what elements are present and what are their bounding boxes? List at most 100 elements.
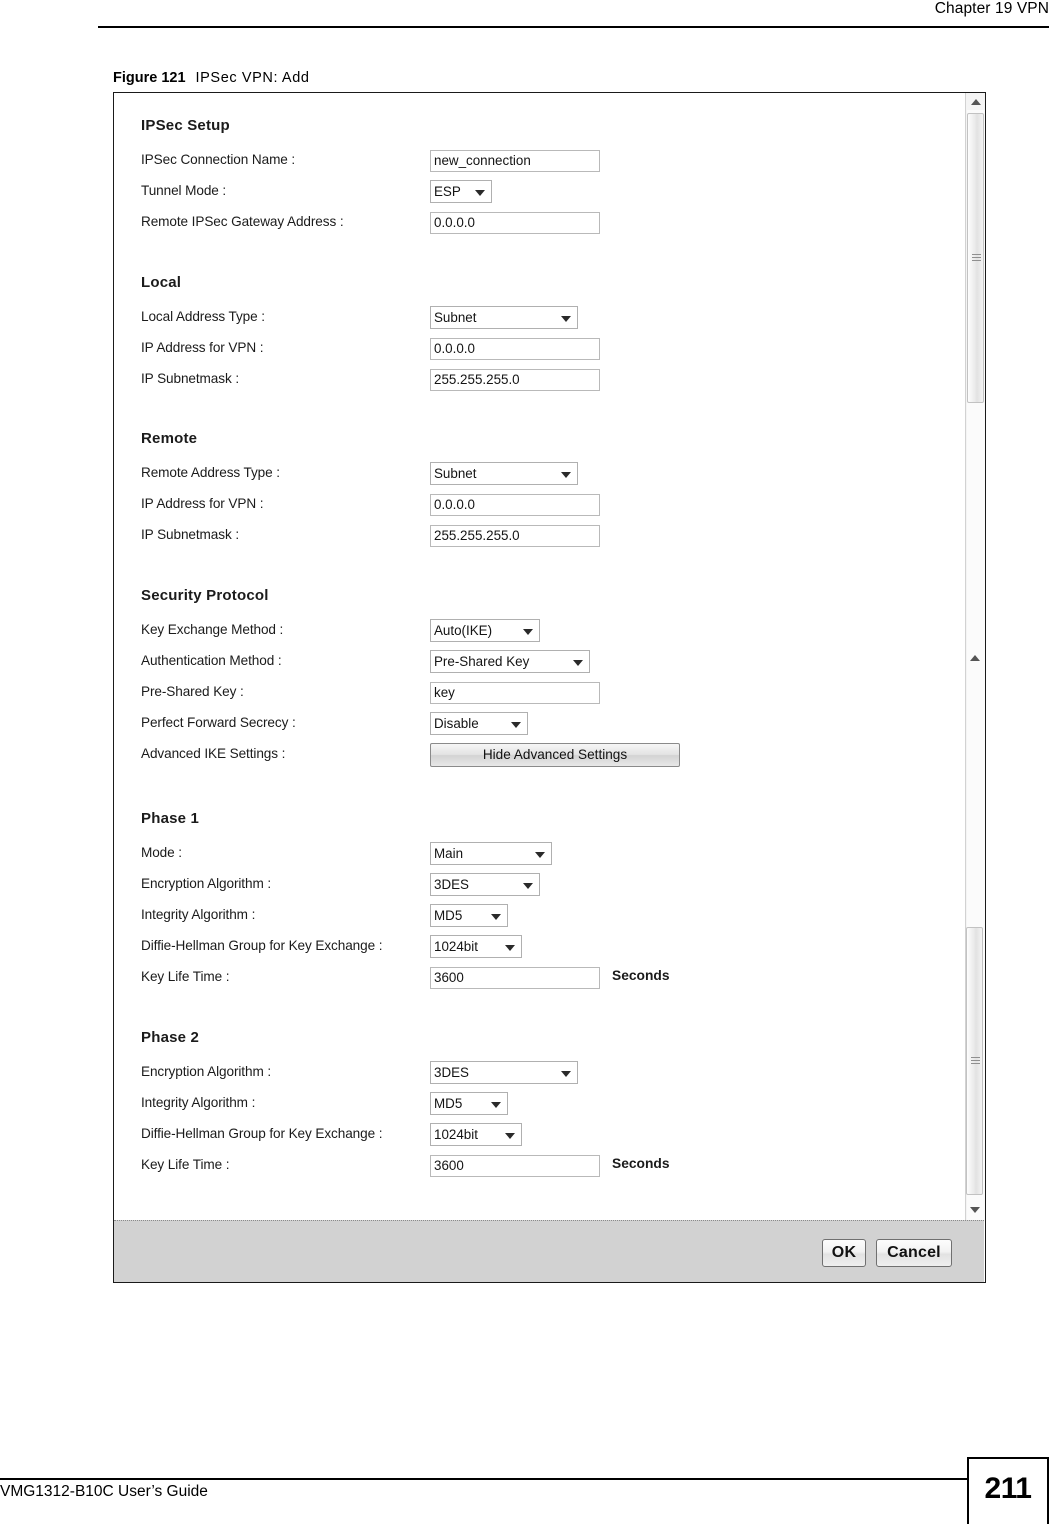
field-label: Perfect Forward Secrecy : — [141, 715, 296, 730]
dropdown-value: Subnet — [434, 466, 477, 481]
text-input[interactable]: 0.0.0.0 — [430, 494, 600, 516]
chevron-down-icon — [491, 1102, 501, 1108]
dropdown-select[interactable]: Auto(IKE) — [430, 619, 540, 642]
field-label: Pre-Shared Key : — [141, 684, 244, 699]
dropdown-select[interactable]: MD5 — [430, 904, 508, 927]
form-row: Advanced IKE Settings : Hide Advanced Set… — [114, 742, 954, 773]
field-label: Advanced IKE Settings : — [141, 746, 286, 761]
field-label: IP Subnetmask : — [141, 371, 239, 386]
dropdown-select[interactable]: ESP — [430, 180, 492, 203]
text-input[interactable]: 0.0.0.0 — [430, 338, 600, 360]
dropdown-value: Main — [434, 846, 464, 861]
field-label: Diffie-Hellman Group for Key Exchange : — [141, 1126, 383, 1141]
dropdown-value: 3DES — [434, 1065, 469, 1080]
dropdown-value: Pre-Shared Key — [434, 654, 530, 669]
dropdown-value: Disable — [434, 716, 479, 731]
dropdown-select[interactable]: Subnet — [430, 462, 578, 485]
field-label: Integrity Algorithm : — [141, 1095, 256, 1110]
dropdown-value: MD5 — [434, 1096, 463, 1111]
dropdown-select[interactable]: 3DES — [430, 1061, 578, 1084]
dropdown-value: ESP — [434, 184, 461, 199]
dropdown-select[interactable]: Pre-Shared Key — [430, 650, 590, 673]
cancel-button[interactable]: Cancel — [876, 1239, 952, 1267]
field-label: Remote Address Type : — [141, 465, 280, 480]
text-input[interactable]: 0.0.0.0 — [430, 212, 600, 234]
section-title-security_protocol: Security Protocol — [141, 587, 269, 604]
form-row: Encryption Algorithm : 3DES — [114, 1060, 954, 1091]
dropdown-select[interactable]: Disable — [430, 712, 528, 735]
form-row: Remote Address Type : Subnet — [114, 461, 954, 492]
section-title-remote: Remote — [141, 430, 198, 447]
field-label: Diffie-Hellman Group for Key Exchange : — [141, 938, 383, 953]
dropdown-value: 1024bit — [434, 1127, 478, 1142]
field-label: IP Subnetmask : — [141, 527, 239, 542]
chevron-down-icon — [523, 883, 533, 889]
inner-scrollbar-thumb[interactable] — [966, 927, 983, 1195]
dropdown-select[interactable]: 1024bit — [430, 1123, 522, 1146]
unit-label: Seconds — [612, 1156, 670, 1171]
ok-button[interactable]: OK — [822, 1239, 866, 1267]
field-label: Authentication Method : — [141, 653, 282, 668]
form-row: Encryption Algorithm : 3DES — [114, 872, 954, 903]
dropdown-select[interactable]: Main — [430, 842, 552, 865]
dropdown-value: MD5 — [434, 908, 463, 923]
dropdown-value: Subnet — [434, 310, 477, 325]
inner-scrollbar-up-arrow[interactable] — [965, 649, 984, 666]
form-row: Local Address Type : Subnet — [114, 305, 954, 336]
dropdown-select[interactable]: 1024bit — [430, 935, 522, 958]
form-row: IP Subnetmask : 255.255.255.0 — [114, 367, 954, 398]
hide-advanced-settings-button[interactable]: Hide Advanced Settings — [430, 743, 680, 767]
form-row: Authentication Method : Pre-Shared Key — [114, 649, 954, 680]
chevron-down-icon — [561, 1071, 571, 1077]
form-row: IPSec Connection Name : new_connection — [114, 148, 954, 179]
field-label: Encryption Algorithm : — [141, 876, 272, 891]
page-number-box: 211 — [967, 1457, 1049, 1524]
section-title-ipsec_setup: IPSec Setup — [141, 117, 230, 134]
dropdown-select[interactable]: Subnet — [430, 306, 578, 329]
field-label: Mode : — [141, 845, 182, 860]
form-row: Key Exchange Method : Auto(IKE) — [114, 618, 954, 649]
dropdown-value: Auto(IKE) — [434, 623, 493, 638]
dialog-footer: OK Cancel — [114, 1220, 984, 1282]
form-row: Tunnel Mode : ESP — [114, 179, 954, 210]
form-row: IP Address for VPN : 0.0.0.0 — [114, 336, 954, 367]
chevron-down-icon — [561, 316, 571, 322]
form-row: Pre-Shared Key : key — [114, 680, 954, 711]
text-input[interactable]: 3600 — [430, 967, 600, 989]
text-input[interactable]: 3600 — [430, 1155, 600, 1177]
inner-scrollbar-down-arrow[interactable] — [965, 1201, 984, 1218]
chevron-down-icon — [475, 190, 485, 196]
form-row: IP Subnetmask : 255.255.255.0 — [114, 523, 954, 554]
section-title-phase2: Phase 2 — [141, 1029, 200, 1046]
dropdown-select[interactable]: MD5 — [430, 1092, 508, 1115]
form-row: Key Life Time : 3600 Seconds — [114, 965, 954, 996]
dropdown-value: 3DES — [434, 877, 469, 892]
text-input[interactable]: 255.255.255.0 — [430, 525, 600, 547]
text-input[interactable]: 255.255.255.0 — [430, 369, 600, 391]
field-label: Key Exchange Method : — [141, 622, 284, 637]
text-input[interactable]: key — [430, 682, 600, 704]
inner-scrollbar[interactable] — [965, 649, 985, 1222]
chevron-down-icon — [511, 722, 521, 728]
grip-icon — [971, 1057, 980, 1066]
outer-scrollbar-thumb[interactable] — [967, 113, 984, 403]
chevron-down-icon — [505, 945, 515, 951]
form-row: Diffie-Hellman Group for Key Exchange : 1… — [114, 1122, 954, 1153]
figure-caption: Figure 121 IPSec VPN: Add — [113, 70, 310, 86]
footer-divider — [0, 1478, 968, 1480]
form-row: Remote IPSec Gateway Address : 0.0.0.0 — [114, 210, 954, 241]
field-label: Key Life Time : — [141, 1157, 230, 1172]
text-input[interactable]: new_connection — [430, 150, 600, 172]
outer-scrollbar-up-arrow[interactable] — [966, 93, 985, 110]
figure-label: Figure 121 — [113, 70, 186, 86]
dropdown-value: 1024bit — [434, 939, 478, 954]
dropdown-select[interactable]: 3DES — [430, 873, 540, 896]
form-row: Integrity Algorithm : MD5 — [114, 1091, 954, 1122]
chevron-down-icon — [535, 852, 545, 858]
field-label: IP Address for VPN : — [141, 340, 264, 355]
field-label: Remote IPSec Gateway Address : — [141, 214, 344, 229]
figure-title: IPSec VPN: Add — [195, 70, 310, 86]
chevron-down-icon — [491, 914, 501, 920]
ipsec-form: IPSec Setup IPSec Connection Name : new_co… — [114, 93, 954, 1222]
field-label: IPSec Connection Name : — [141, 152, 296, 167]
